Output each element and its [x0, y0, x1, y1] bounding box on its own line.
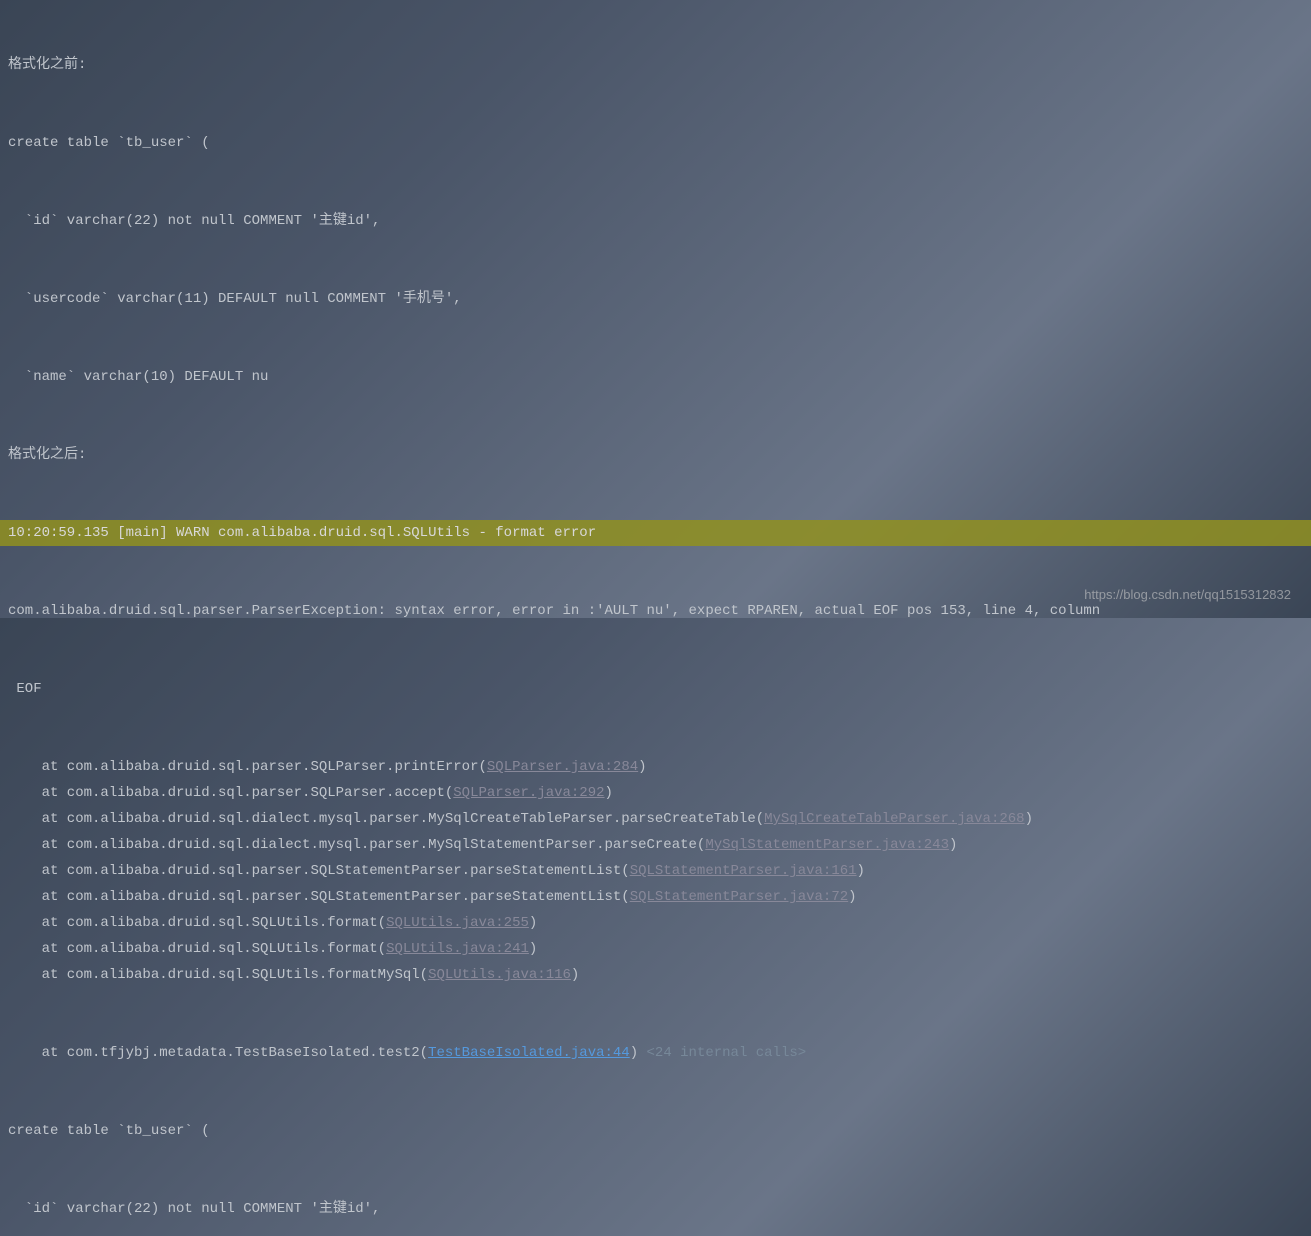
stack-text: at com.alibaba.druid.sql.parser.SQLParse…: [8, 754, 487, 780]
sql-line: create table `tb_user` (: [0, 1118, 1311, 1144]
source-link[interactable]: SQLStatementParser.java:161: [630, 858, 857, 884]
source-link[interactable]: SQLParser.java:284: [487, 754, 638, 780]
stack-text: at com.alibaba.druid.sql.dialect.mysql.p…: [8, 806, 764, 832]
source-link[interactable]: SQLParser.java:292: [453, 780, 604, 806]
stack-text: ): [630, 1040, 647, 1066]
stack-frame: at com.alibaba.druid.sql.dialect.mysql.p…: [0, 832, 1311, 858]
stack-text: ): [605, 780, 613, 806]
stack-frame: at com.alibaba.druid.sql.parser.SQLParse…: [0, 780, 1311, 806]
console-output: 格式化之前: create table `tb_user` ( `id` var…: [0, 0, 1311, 1236]
source-link[interactable]: MySqlCreateTableParser.java:268: [764, 806, 1024, 832]
exception-line: EOF: [0, 676, 1311, 702]
stack-frame: at com.alibaba.druid.sql.parser.SQLParse…: [0, 754, 1311, 780]
warn-log-line: 10:20:59.135 [main] WARN com.alibaba.dru…: [0, 520, 1311, 546]
stack-text: ): [949, 832, 957, 858]
stack-text: ): [857, 858, 865, 884]
stack-text: at com.alibaba.druid.sql.SQLUtils.format…: [8, 936, 386, 962]
stack-text: ): [571, 962, 579, 988]
source-link[interactable]: TestBaseIsolated.java:44: [428, 1040, 630, 1066]
sql-line: `name` varchar(10) DEFAULT nu: [0, 364, 1311, 390]
source-link[interactable]: SQLStatementParser.java:72: [630, 884, 848, 910]
stack-text: at com.alibaba.druid.sql.SQLUtils.format…: [8, 962, 428, 988]
source-link[interactable]: SQLUtils.java:241: [386, 936, 529, 962]
source-link[interactable]: MySqlStatementParser.java:243: [705, 832, 949, 858]
stack-text: ): [1025, 806, 1033, 832]
sql-line: `id` varchar(22) not null COMMENT '主键id'…: [0, 208, 1311, 234]
stack-frame: at com.alibaba.druid.sql.parser.SQLState…: [0, 884, 1311, 910]
stack-frame: at com.alibaba.druid.sql.dialect.mysql.p…: [0, 806, 1311, 832]
stack-text: at com.alibaba.druid.sql.parser.SQLState…: [8, 884, 630, 910]
source-link[interactable]: SQLUtils.java:255: [386, 910, 529, 936]
source-link[interactable]: SQLUtils.java:116: [428, 962, 571, 988]
stack-frame: at com.alibaba.druid.sql.SQLUtils.format…: [0, 962, 1311, 988]
label-after-format: 格式化之后:: [0, 442, 1311, 468]
sql-line: `id` varchar(22) not null COMMENT '主键id'…: [0, 1196, 1311, 1222]
label-before-format: 格式化之前:: [0, 52, 1311, 78]
stack-text: at com.alibaba.druid.sql.parser.SQLParse…: [8, 780, 453, 806]
stack-frame: at com.alibaba.druid.sql.SQLUtils.format…: [0, 936, 1311, 962]
stack-text: ): [529, 910, 537, 936]
watermark-text: https://blog.csdn.net/qq1515312832: [1084, 582, 1291, 608]
stack-text: ): [529, 936, 537, 962]
sql-line: create table `tb_user` (: [0, 130, 1311, 156]
stack-frame: at com.tfjybj.metadata.TestBaseIsolated.…: [0, 1040, 1311, 1066]
stack-text: ): [638, 754, 646, 780]
sql-line: `usercode` varchar(11) DEFAULT null COMM…: [0, 286, 1311, 312]
stack-text: at com.alibaba.druid.sql.dialect.mysql.p…: [8, 832, 705, 858]
stack-text: at com.alibaba.druid.sql.parser.SQLState…: [8, 858, 630, 884]
stack-frame: at com.alibaba.druid.sql.parser.SQLState…: [0, 858, 1311, 884]
stack-text: ): [848, 884, 856, 910]
stack-text: at com.alibaba.druid.sql.SQLUtils.format…: [8, 910, 386, 936]
stack-frame: at com.alibaba.druid.sql.SQLUtils.format…: [0, 910, 1311, 936]
internal-calls-text: <24 internal calls>: [647, 1040, 807, 1066]
stack-text: at com.tfjybj.metadata.TestBaseIsolated.…: [8, 1040, 428, 1066]
